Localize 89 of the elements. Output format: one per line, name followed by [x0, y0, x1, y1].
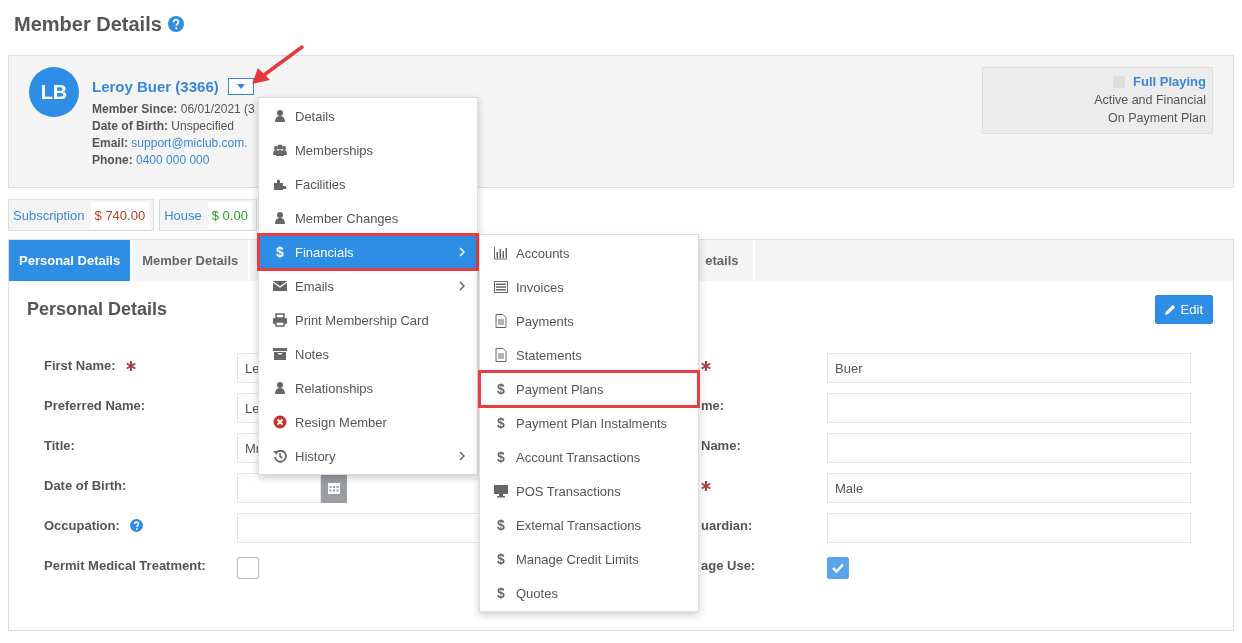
info-link[interactable]: support@miclub.com.	[131, 136, 248, 150]
menu-item[interactable]: Details	[259, 99, 477, 133]
dollar-icon: $	[494, 585, 508, 601]
calendar-button[interactable]	[321, 473, 347, 503]
checkbox[interactable]	[827, 557, 849, 579]
chevron-right-icon	[459, 281, 465, 291]
section-title: Personal Details	[27, 299, 168, 320]
user-icon	[273, 381, 287, 395]
monitor-icon	[494, 484, 508, 498]
users-icon	[273, 143, 287, 157]
status-text: Active and Financial	[1093, 92, 1206, 109]
menu-item[interactable]: Member Changes	[259, 201, 477, 235]
check-icon	[832, 563, 844, 573]
history-icon	[273, 449, 287, 463]
info-label: Date of Birth:	[92, 119, 168, 133]
field-label: Title:	[44, 437, 75, 453]
menu-item[interactable]: Statements	[480, 338, 698, 372]
printer-icon	[273, 313, 287, 327]
info-label: Phone:	[92, 153, 133, 167]
dollar-icon: $	[494, 449, 508, 465]
close-circle-icon	[273, 415, 287, 429]
tab[interactable]: etails	[705, 240, 755, 281]
dollar-icon: $	[494, 415, 508, 431]
document-icon	[494, 348, 508, 362]
checkbox[interactable]	[237, 557, 259, 579]
input-field[interactable]	[827, 393, 1191, 423]
list-icon	[494, 280, 508, 294]
field-label: uardian:	[701, 517, 753, 533]
date-field[interactable]	[237, 473, 321, 503]
menu-item[interactable]: Payments	[480, 304, 698, 338]
menu-item[interactable]: $ Manage Credit Limits	[480, 542, 698, 576]
page-title: Member Details	[14, 12, 162, 36]
user-icon	[273, 109, 287, 123]
menu-item[interactable]: $ External Transactions	[480, 508, 698, 542]
balance-amount: $ 0.00	[207, 201, 252, 229]
info-link[interactable]: 0400 000 000	[136, 153, 210, 167]
menu-item[interactable]: $ Payment Plans	[480, 372, 698, 406]
caret-icon	[236, 83, 245, 89]
field-label: Date of Birth:	[44, 477, 127, 493]
menu-item[interactable]: Invoices	[480, 270, 698, 304]
pencil-icon	[1164, 304, 1176, 315]
document-icon	[494, 314, 508, 328]
archive-icon	[273, 347, 287, 361]
balance-label[interactable]: Subscription	[13, 207, 85, 223]
menu-item[interactable]: Facilities	[259, 167, 477, 201]
balance-amount: $ 740.00	[90, 201, 150, 229]
field-label: me:	[701, 397, 725, 413]
info-value: 06/01/2021 (3	[180, 102, 255, 116]
dollar-icon: $	[273, 244, 287, 260]
chevron-right-icon	[459, 451, 465, 461]
dollar-icon: $	[494, 551, 508, 567]
menu-item[interactable]: Print Membership Card	[259, 303, 477, 337]
puzzle-icon	[273, 177, 287, 191]
chevron-right-icon	[459, 247, 465, 257]
user-icon	[273, 211, 287, 225]
status-title: Full Playing	[1133, 73, 1206, 91]
field-label: age Use:	[701, 557, 756, 573]
field-label: Permit Medical Treatment:	[44, 557, 206, 573]
help-icon	[167, 16, 184, 32]
menu-item[interactable]: Memberships	[259, 133, 477, 167]
field-label: Preferred Name:	[44, 397, 146, 413]
calendar-icon	[328, 482, 340, 494]
input-field[interactable]: Male	[827, 473, 1191, 503]
avatar: LB	[29, 67, 79, 117]
field-label: First Name:	[44, 357, 116, 373]
menu-item[interactable]: Relationships	[259, 371, 477, 405]
envelope-icon	[273, 279, 287, 293]
menu-item[interactable]: $ Quotes	[480, 576, 698, 610]
info-label: Member Since:	[92, 102, 178, 116]
info-label: Email:	[92, 136, 128, 150]
dollar-icon: $	[494, 381, 508, 397]
dollar-icon: $	[494, 517, 508, 533]
menu-item[interactable]: History	[259, 439, 477, 473]
menu-item[interactable]: $ Payment Plan Instalments	[480, 406, 698, 440]
menu-item[interactable]: Emails	[259, 269, 477, 303]
input-field[interactable]: Buer	[827, 353, 1191, 383]
menu-item[interactable]: POS Transactions	[480, 474, 698, 508]
menu-item[interactable]: Resign Member	[259, 405, 477, 439]
field-label: Occupation:	[44, 517, 120, 533]
menu-item[interactable]: Accounts	[480, 236, 698, 270]
menu-item[interactable]: Notes	[259, 337, 477, 371]
field-label: Name:	[701, 437, 741, 453]
menu-item[interactable]: $ Account Transactions	[480, 440, 698, 474]
input-field[interactable]	[827, 433, 1191, 463]
info-value: Unspecified	[171, 119, 235, 133]
status-text: On Payment Plan	[1107, 110, 1206, 127]
input-field[interactable]	[827, 513, 1191, 543]
bar-chart-icon	[494, 246, 508, 260]
dropdown-button[interactable]	[227, 77, 254, 95]
